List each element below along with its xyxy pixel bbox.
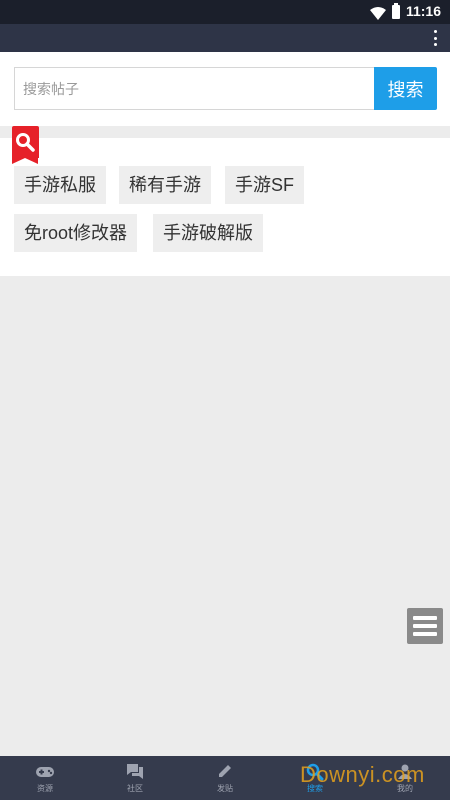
hot-search-badge xyxy=(12,126,39,164)
bottom-nav: 资源 社区 发贴 搜索 我的 xyxy=(0,756,450,800)
hot-tag[interactable]: 手游破解版 xyxy=(153,214,263,252)
chat-bubbles-icon xyxy=(127,764,143,779)
gamepad-icon xyxy=(36,767,54,777)
search-icon xyxy=(16,133,35,152)
search-area: 搜索 xyxy=(0,52,450,126)
hot-tag[interactable]: 免root修改器 xyxy=(14,214,138,252)
hot-tag[interactable]: 手游私服 xyxy=(14,166,106,204)
wifi-icon xyxy=(370,5,386,24)
tab-post[interactable]: 发贴 xyxy=(180,756,270,800)
tab-search[interactable]: 搜索 xyxy=(270,756,360,800)
app-bar xyxy=(0,24,450,52)
hot-tags-panel xyxy=(0,138,450,276)
tab-me[interactable]: 我的 xyxy=(360,756,450,800)
more-vertical-icon[interactable] xyxy=(432,30,438,46)
tab-resources[interactable]: 资源 xyxy=(0,756,90,800)
hot-tag[interactable]: 稀有手游 xyxy=(119,166,211,204)
pencil-icon xyxy=(219,765,231,777)
section-divider xyxy=(0,126,450,138)
search-button[interactable]: 搜索 xyxy=(374,67,437,110)
tab-community[interactable]: 社区 xyxy=(90,756,180,800)
battery-icon xyxy=(392,3,400,19)
tab-label: 社区 xyxy=(127,784,143,793)
tab-label: 资源 xyxy=(37,784,53,793)
status-bar: 11:16 xyxy=(0,0,450,24)
tab-label: 我的 xyxy=(397,784,413,793)
hot-tag[interactable]: 手游SF xyxy=(225,166,305,204)
tab-label: 发贴 xyxy=(217,784,233,793)
hamburger-menu-icon[interactable] xyxy=(407,608,443,644)
search-icon xyxy=(306,763,324,781)
status-time: 11:16 xyxy=(405,3,441,19)
person-icon xyxy=(398,764,412,779)
search-input[interactable] xyxy=(14,67,376,110)
tab-label: 搜索 xyxy=(307,784,323,793)
